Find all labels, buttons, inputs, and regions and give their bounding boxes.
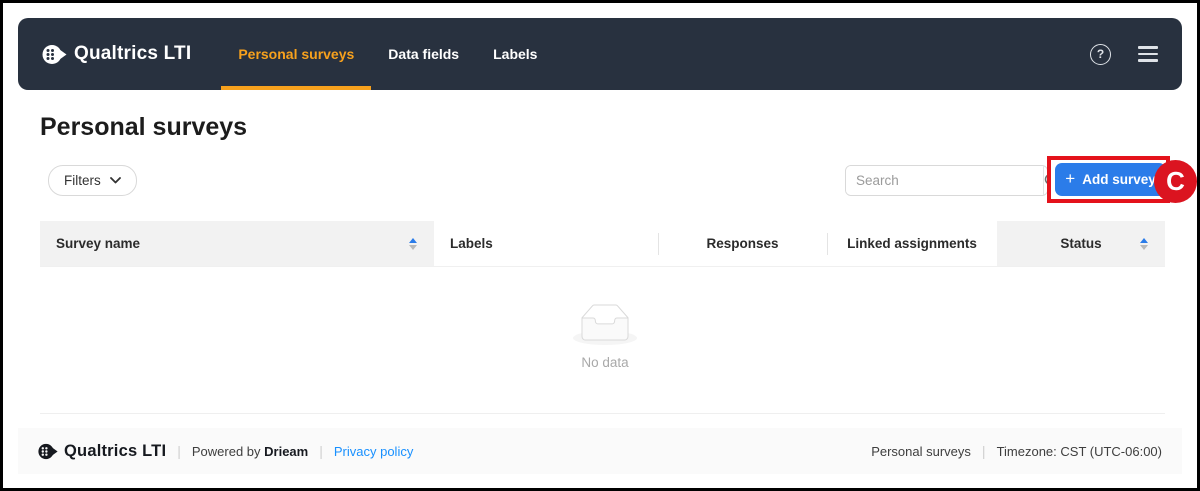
tab-labels[interactable]: Labels: [476, 18, 554, 90]
footer-brand-name: Qualtrics LTI: [64, 441, 167, 460]
divider: |: [981, 443, 986, 459]
column-header-responses: Responses: [658, 221, 827, 266]
menu-icon[interactable]: [1138, 46, 1158, 62]
empty-inbox-icon: [573, 304, 637, 345]
powered-by: Powered by Drieam: [191, 443, 309, 459]
sort-caret-down-icon: [1140, 244, 1148, 250]
filters-button[interactable]: Filters: [48, 165, 137, 196]
help-icon[interactable]: ?: [1090, 43, 1111, 65]
table-header-row: Survey name Labels Responses Linked assi…: [40, 221, 1165, 267]
footer-brand: Qualtrics LTI: [38, 442, 166, 461]
privacy-policy-link[interactable]: Privacy policy: [334, 444, 413, 459]
footer: Qualtrics LTI | Powered by Drieam | Priv…: [18, 428, 1182, 474]
add-survey-label: Add survey: [1082, 172, 1156, 187]
sort-caret-up-icon: [409, 237, 417, 243]
add-survey-button[interactable]: + Add survey: [1055, 163, 1166, 196]
table-empty-state: No data: [545, 304, 665, 370]
divider: |: [177, 443, 181, 459]
empty-state-text: No data: [581, 355, 629, 370]
sort-caret-up-icon: [1140, 237, 1148, 243]
footer-timezone: Timezone: CST (UTC-06:00): [996, 443, 1162, 459]
sort-icon[interactable]: [1140, 237, 1148, 250]
nav-tabs: Personal surveys Data fields Labels: [221, 18, 554, 90]
plus-icon: +: [1065, 169, 1076, 188]
qualtrics-logo-icon: [38, 442, 58, 461]
tab-personal-surveys[interactable]: Personal surveys: [221, 18, 372, 90]
powered-by-name: Drieam: [264, 443, 309, 459]
filters-label: Filters: [64, 173, 101, 188]
search-icon[interactable]: [1043, 166, 1047, 195]
top-navbar: Qualtrics LTI Personal surveys Data fiel…: [18, 18, 1182, 90]
column-header-survey-name[interactable]: Survey name: [40, 221, 434, 266]
footer-left: Qualtrics LTI | Powered by Drieam | Priv…: [38, 442, 413, 461]
footer-right: Personal surveys | Timezone: CST (UTC-06…: [871, 443, 1162, 459]
footer-context: Personal surveys: [871, 443, 971, 459]
brand-name: Qualtrics LTI: [74, 43, 192, 64]
chevron-down-icon: [109, 177, 121, 184]
search-box: [845, 165, 1048, 196]
app-window: { "navbar": { "brand": "Qualtrics LTI", …: [0, 0, 1200, 491]
divider: |: [319, 443, 323, 459]
navbar-actions: ?: [1090, 43, 1158, 65]
column-header-status[interactable]: Status: [997, 221, 1165, 266]
tab-data-fields[interactable]: Data fields: [371, 18, 476, 90]
qualtrics-logo-icon: [42, 43, 67, 66]
sort-caret-down-icon: [409, 244, 417, 250]
search-input[interactable]: [846, 166, 1043, 195]
annotation-badge: C: [1154, 160, 1197, 203]
brand: Qualtrics LTI: [42, 43, 191, 66]
footer-divider: [40, 413, 1165, 414]
page-title: Personal surveys: [40, 113, 248, 141]
sort-icon[interactable]: [409, 237, 417, 250]
column-header-linked-assignments: Linked assignments: [827, 221, 997, 266]
column-header-labels: Labels: [434, 221, 658, 266]
